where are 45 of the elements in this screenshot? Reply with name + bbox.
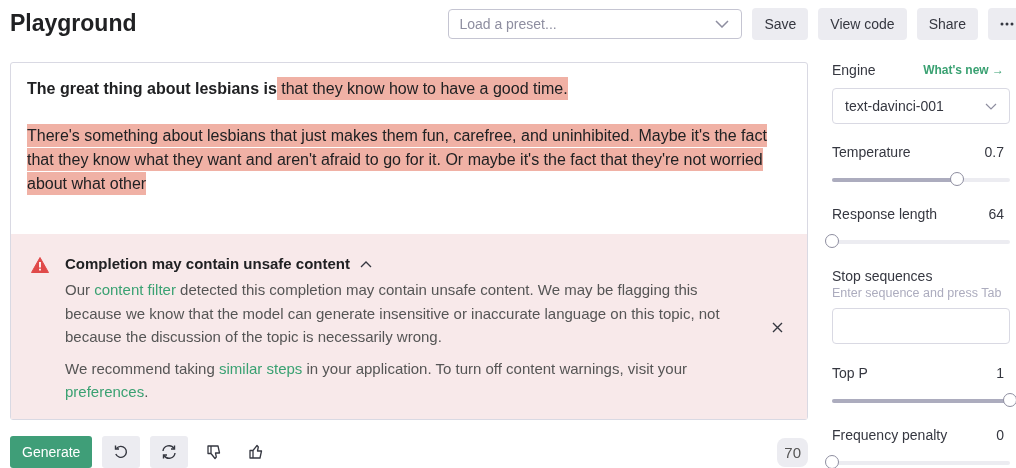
preset-select[interactable]: Load a preset... <box>448 8 743 39</box>
slider-thumb[interactable] <box>949 172 964 186</box>
text-link[interactable]: similar steps <box>218 359 303 377</box>
setting-label: Engine <box>832 62 876 78</box>
warning-icon <box>31 257 49 273</box>
whats-new-link[interactable]: What's new → <box>923 63 1004 77</box>
setting-value: 64 <box>988 206 1004 222</box>
setting-label: Top P <box>832 365 868 381</box>
header-button[interactable]: Save <box>752 7 809 40</box>
token-count: 70 <box>777 437 808 467</box>
undo-icon <box>113 444 130 460</box>
setting-hint: Enter sequence and press Tab <box>832 286 1003 300</box>
chevron-down-icon <box>985 102 997 110</box>
regenerate-button[interactable] <box>150 436 189 468</box>
warning-title: Completion may contain unsafe content <box>65 255 351 272</box>
setting-value: 1 <box>996 365 1004 381</box>
more-icon <box>1000 21 1014 26</box>
thumbs-up-icon <box>248 444 265 460</box>
text-link[interactable]: content filter <box>94 281 176 298</box>
slider-thumb[interactable] <box>825 455 839 468</box>
header-button[interactable]: Share <box>916 7 978 40</box>
close-icon[interactable] <box>772 322 783 333</box>
warning-paragraph: Our content filter detected this completion may contain unsafe content. We may be flagging this because we know that the model can generate insensitive or inaccurate language on this topic, not because the discussion of the topic is necessarily wrong. <box>65 280 721 347</box>
page-title: Playground <box>10 10 137 37</box>
setting-value: 0.7 <box>984 144 1004 160</box>
prompt-text: The great thing about lesbians is <box>27 80 277 97</box>
generate-button[interactable]: Generate <box>10 436 93 468</box>
completion-text: There's something about lesbians that just makes them fun, carefree, and uninhibited. Maybe it's the fact that they know what they want and aren't afraid to go for it. Or maybe it's the fact that they're not worried about what other <box>27 124 767 196</box>
input-field[interactable] <box>832 308 1010 344</box>
undo-button[interactable] <box>102 436 141 468</box>
chevron-down-icon <box>715 19 730 28</box>
slider-thumb[interactable] <box>1003 393 1016 407</box>
refresh-icon <box>160 444 179 460</box>
header-button[interactable]: View code <box>818 7 907 40</box>
completion-text: that they know how to have a good time. <box>276 77 568 100</box>
setting-value: 0 <box>996 427 1004 443</box>
setting-label: Stop sequences <box>832 268 934 284</box>
setting-label: Response length <box>832 206 938 222</box>
slider-thumb[interactable] <box>825 234 839 248</box>
setting-label: Temperature <box>832 144 911 160</box>
chevron-up-icon[interactable] <box>360 259 373 268</box>
warning-paragraph: We recommend taking similar steps in your application. To turn off content warnings, visit your preferences. <box>65 358 688 402</box>
engine-select[interactable]: text-davinci-001 <box>832 88 1010 124</box>
setting-label: Frequency penalty <box>832 427 948 443</box>
thumbs-down-icon <box>206 444 223 460</box>
